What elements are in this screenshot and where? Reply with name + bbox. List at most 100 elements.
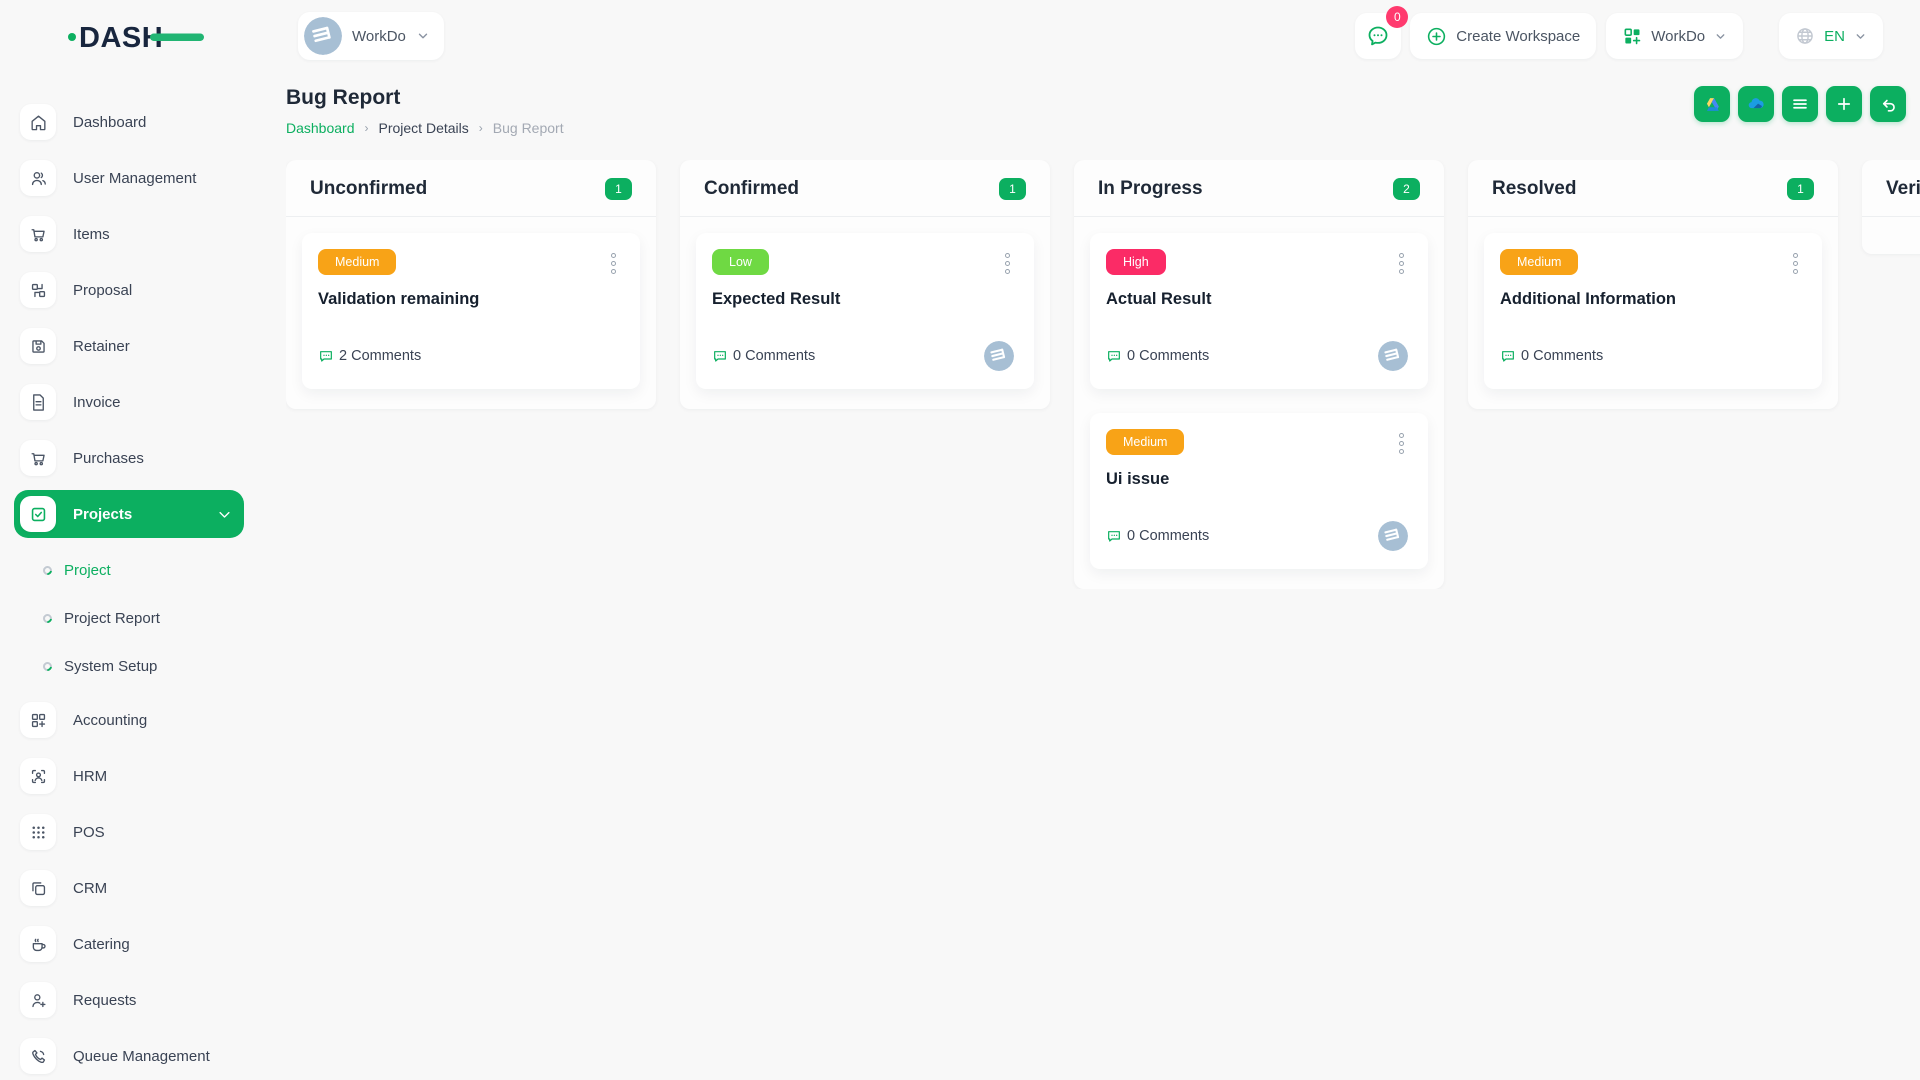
card-menu-button[interactable]: [607, 249, 620, 278]
card-comments[interactable]: 0 Comments: [1500, 348, 1603, 364]
workspace-menu-label: WorkDo: [1651, 28, 1705, 45]
chevron-down-icon: [1854, 30, 1867, 43]
column-count-badge: 1: [999, 178, 1026, 200]
comment-icon: [1106, 348, 1122, 364]
sidebar-item-projects[interactable]: Projects: [14, 490, 244, 538]
chevron-down-icon: [416, 29, 430, 43]
sidebar: Dashboard User Management Items Proposal…: [0, 72, 259, 1080]
cart-icon: [20, 216, 56, 252]
kanban-card[interactable]: Medium Ui issue 0 Comments: [1090, 413, 1428, 569]
sidebar-item-hrm[interactable]: HRM: [14, 752, 244, 800]
assignee-avatar[interactable]: [590, 341, 620, 371]
sidebar-item-user-management[interactable]: User Management: [14, 154, 244, 202]
kanban-card[interactable]: Medium Validation remaining 2 Comments: [302, 233, 640, 389]
column-count-badge: 2: [1393, 178, 1420, 200]
submenu-bullet-icon: [41, 564, 54, 577]
onedrive-button[interactable]: [1738, 86, 1774, 122]
card-comments[interactable]: 0 Comments: [712, 348, 815, 364]
messages-button[interactable]: 0: [1355, 13, 1401, 59]
language-selector[interactable]: EN: [1779, 13, 1883, 59]
kanban-board: Unconfirmed 1 Medium Validation remainin…: [286, 160, 1920, 589]
card-title[interactable]: Validation remaining: [318, 290, 620, 309]
globe-icon: [1795, 26, 1815, 46]
breadcrumb-separator: ›: [365, 121, 369, 135]
workspace-menu-button[interactable]: WorkDo: [1606, 13, 1743, 59]
home-icon: [20, 104, 56, 140]
breadcrumb-dashboard[interactable]: Dashboard: [286, 120, 355, 136]
list-icon: [1791, 95, 1809, 113]
add-stage-button[interactable]: [1826, 86, 1862, 122]
users-icon: [20, 160, 56, 196]
sidebar-item-proposal[interactable]: Proposal: [14, 266, 244, 314]
main-content: Bug Report Dashboard › Project Details ›…: [259, 72, 1920, 1080]
onedrive-icon: [1746, 94, 1766, 114]
chat-bubble-icon: [1366, 24, 1390, 48]
topbar-right: 0 Create Workspace WorkDo EN: [1355, 13, 1883, 59]
save-icon: [20, 328, 56, 364]
assignee-avatar[interactable]: [1378, 521, 1408, 551]
priority-badge: Low: [712, 249, 769, 275]
chevron-right-icon: [217, 1049, 232, 1064]
page-actions: [1694, 86, 1906, 122]
gdrive-button[interactable]: [1694, 86, 1730, 122]
assignee-avatar[interactable]: [1378, 341, 1408, 371]
assignee-avatar[interactable]: [984, 341, 1014, 371]
card-menu-button[interactable]: [1001, 249, 1014, 278]
chevron-down-icon: [217, 507, 232, 522]
comment-icon: [1106, 528, 1122, 544]
back-button[interactable]: [1870, 86, 1906, 122]
card-comments[interactable]: 2 Comments: [318, 348, 421, 364]
kanban-card[interactable]: Medium Additional Information 0 Comments: [1484, 233, 1822, 389]
submenu-bullet-icon: [41, 612, 54, 625]
sidebar-item-pos[interactable]: POS: [14, 808, 244, 856]
breadcrumb: Dashboard › Project Details › Bug Report: [286, 120, 564, 136]
coffee-cup-icon: [20, 926, 56, 962]
sidebar-item-crm[interactable]: CRM: [14, 864, 244, 912]
gdrive-icon: [1703, 95, 1722, 114]
card-title[interactable]: Actual Result: [1106, 290, 1408, 309]
kanban-card[interactable]: High Actual Result 0 Comments: [1090, 233, 1428, 389]
sidebar-item-dashboard[interactable]: Dashboard: [14, 98, 244, 146]
list-view-button[interactable]: [1782, 86, 1818, 122]
breadcrumb-current: Bug Report: [493, 120, 564, 136]
sidebar-subitem-system-setup[interactable]: System Setup: [14, 642, 259, 690]
workspace-selector[interactable]: WorkDo: [298, 12, 444, 60]
sidebar-item-retainer[interactable]: Retainer: [14, 322, 244, 370]
check-square-icon: [20, 496, 56, 532]
breadcrumb-project-details[interactable]: Project Details: [379, 120, 469, 136]
chevron-down-icon: [1714, 30, 1727, 43]
card-menu-button[interactable]: [1789, 249, 1802, 278]
sidebar-item-requests[interactable]: Requests: [14, 976, 244, 1024]
page-title: Bug Report: [286, 86, 564, 110]
card-comments[interactable]: 0 Comments: [1106, 528, 1209, 544]
undo-arrow-icon: [1879, 95, 1898, 114]
sidebar-subitem-project[interactable]: Project: [14, 546, 259, 594]
workspace-name: WorkDo: [352, 28, 406, 45]
create-workspace-button[interactable]: Create Workspace: [1410, 13, 1596, 59]
chevron-right-icon: [217, 171, 232, 186]
card-comments[interactable]: 0 Comments: [1106, 348, 1209, 364]
card-title[interactable]: Additional Information: [1500, 290, 1802, 309]
column-title: Verified: [1886, 178, 1920, 200]
sidebar-item-items[interactable]: Items: [14, 210, 244, 258]
kanban-column-unconfirmed: Unconfirmed 1 Medium Validation remainin…: [286, 160, 656, 409]
swap-boxes-icon: [20, 272, 56, 308]
sidebar-item-catering[interactable]: Catering: [14, 920, 244, 968]
card-menu-button[interactable]: [1395, 249, 1408, 278]
card-menu-button[interactable]: [1395, 429, 1408, 458]
sidebar-item-purchases[interactable]: Purchases: [14, 434, 244, 482]
workspace-avatar: [304, 17, 342, 55]
create-workspace-label: Create Workspace: [1456, 28, 1580, 45]
sidebar-item-queue-management[interactable]: Queue Management: [14, 1032, 244, 1080]
assignee-avatar[interactable]: [1772, 341, 1802, 371]
card-title[interactable]: Expected Result: [712, 290, 1014, 309]
kanban-column-resolved: Resolved 1 Medium Additional Information…: [1468, 160, 1838, 409]
sidebar-subitem-project-report[interactable]: Project Report: [14, 594, 259, 642]
comment-icon: [1500, 348, 1516, 364]
plus-circle-icon: [1426, 26, 1447, 47]
kanban-card[interactable]: Low Expected Result 0 Comments: [696, 233, 1034, 389]
card-title[interactable]: Ui issue: [1106, 470, 1408, 489]
priority-badge: Medium: [1106, 429, 1184, 455]
sidebar-item-accounting[interactable]: Accounting: [14, 696, 244, 744]
sidebar-item-invoice[interactable]: Invoice: [14, 378, 244, 426]
